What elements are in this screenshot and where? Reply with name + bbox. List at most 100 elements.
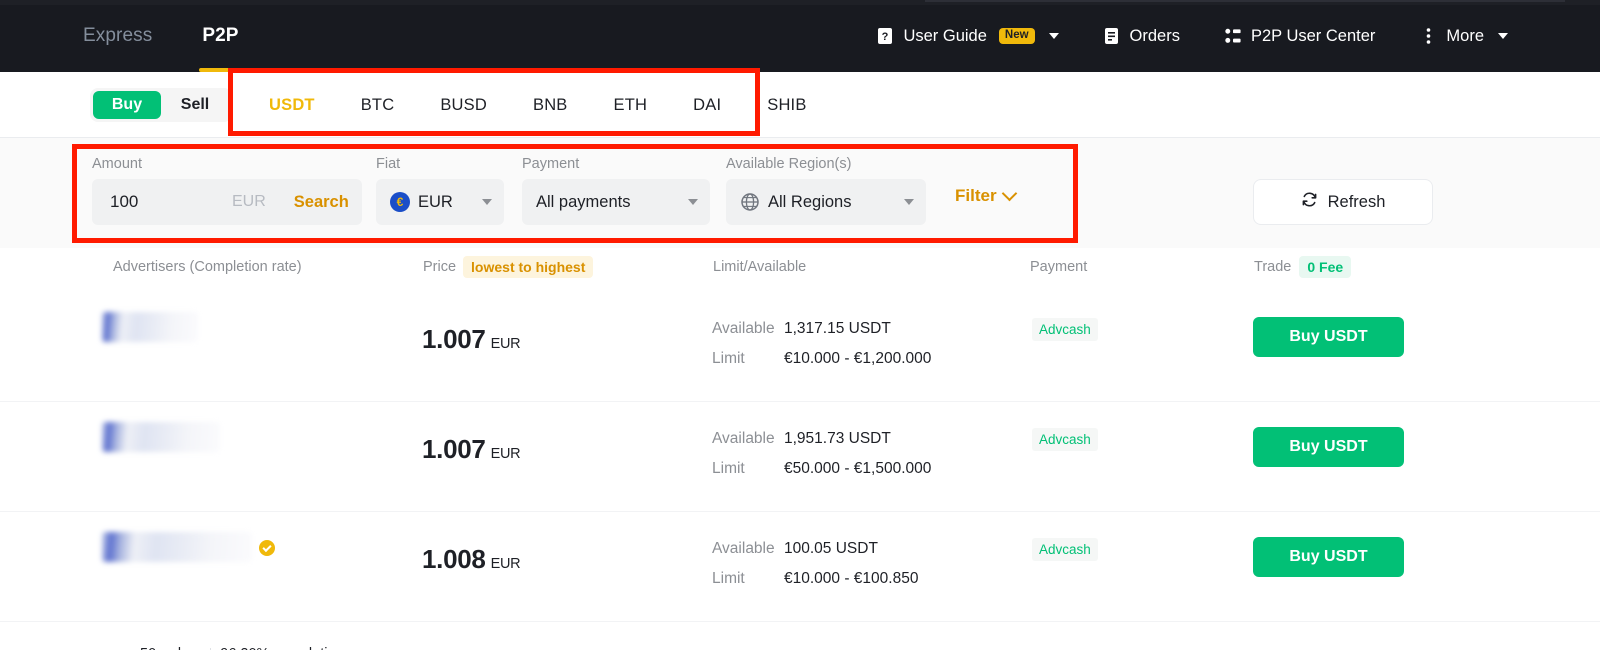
- header-advertisers: Advertisers (Completion rate): [113, 259, 302, 275]
- advertiser-cell: [102, 532, 275, 562]
- table-row[interactable]: 50 orders 96.20% completion 1.007EUR Ava…: [0, 292, 1600, 650]
- available-label: Available: [712, 540, 775, 557]
- available-line: Available 1,317.15 USDT: [712, 320, 931, 338]
- coin-tabs: USDT BTC BUSD BNB ETH DAI SHIB: [246, 85, 830, 125]
- chevron-down-icon: [904, 199, 914, 205]
- top-navigation-bar: Express P2P ? User Guide New Orders P2P …: [0, 0, 1600, 72]
- region-filter-group: Available Region(s) All Regions: [726, 156, 926, 225]
- chevron-down-icon: [1498, 33, 1508, 39]
- buy-sell-toggle: Buy Sell: [90, 88, 232, 122]
- payment-select[interactable]: All payments: [522, 179, 710, 225]
- nav-tab-express[interactable]: Express: [83, 0, 152, 72]
- filter-expand-button[interactable]: Filter: [955, 185, 1017, 206]
- header-trade-group: Trade 0 Fee: [1254, 256, 1352, 278]
- limit-label: Limit: [712, 350, 745, 367]
- fiat-select[interactable]: € EUR: [376, 179, 504, 225]
- available-label: Available: [712, 430, 775, 447]
- available-line: Available 1,951.73 USDT: [712, 430, 931, 448]
- coin-tab-bnb[interactable]: BNB: [510, 96, 591, 115]
- price-currency: EUR: [490, 336, 521, 352]
- sell-tab[interactable]: Sell: [161, 91, 229, 119]
- advertiser-cell: [102, 422, 220, 452]
- limit-available-cell: Available 100.05 USDT Limit €10.000 - €1…: [712, 540, 918, 600]
- nav-item-p2p-user-center[interactable]: P2P User Center: [1202, 0, 1397, 72]
- advertiser-name-redacted: [102, 312, 198, 342]
- limit-value: €10.000 - €1,200.000: [784, 350, 932, 367]
- completion-rate: 96.20% completion: [220, 646, 343, 650]
- buy-tab[interactable]: Buy: [93, 91, 161, 119]
- available-line: Available 100.05 USDT: [712, 540, 918, 558]
- coin-tab-busd[interactable]: BUSD: [417, 96, 510, 115]
- refresh-button[interactable]: Refresh: [1253, 179, 1433, 225]
- available-value: 100.05 USDT: [784, 540, 878, 557]
- guide-icon: ?: [876, 27, 894, 45]
- price-cell: 1.007 EUR: [422, 324, 521, 355]
- nav-item-more[interactable]: More: [1397, 0, 1530, 72]
- fiat-selected-value: EUR: [418, 192, 453, 211]
- available-value: 1,317.15 USDT: [784, 320, 891, 337]
- region-select[interactable]: All Regions: [726, 179, 926, 225]
- header-payment: Payment: [1030, 259, 1088, 275]
- nav-item-user-guide[interactable]: ? User Guide New: [854, 0, 1080, 72]
- primary-nav-tabs: Express P2P: [83, 0, 242, 72]
- coin-tab-usdt[interactable]: USDT: [246, 96, 338, 115]
- nav-item-more-label: More: [1446, 26, 1484, 45]
- limit-available-cell: Available 1,951.73 USDT Limit €50.000 - …: [712, 430, 931, 490]
- table-row[interactable]: 331 orders 92.80% completion 1.008EUR Av…: [0, 512, 1600, 622]
- nav-item-orders[interactable]: Orders: [1081, 0, 1202, 72]
- sell-tab-label: Sell: [180, 96, 210, 113]
- buy-usdt-button[interactable]: Buy USDT: [1253, 427, 1404, 467]
- refresh-icon: [1301, 191, 1318, 213]
- refresh-label: Refresh: [1327, 192, 1386, 211]
- user-center-icon: [1224, 27, 1242, 45]
- chevron-down-icon: [1048, 33, 1059, 39]
- limit-line: Limit €50.000 - €1,500.000: [712, 460, 931, 478]
- payment-label: Payment: [522, 156, 580, 172]
- price-cell: 1.008 EUR: [422, 544, 521, 575]
- p2p-trading-page: Express P2P ? User Guide New Orders P2P …: [0, 0, 1600, 650]
- amount-input[interactable]: [92, 192, 232, 212]
- nav-tab-p2p-label: P2P: [202, 25, 239, 46]
- buy-usdt-button[interactable]: Buy USDT: [1253, 317, 1404, 357]
- limit-label: Limit: [712, 460, 745, 477]
- header-trade: Trade: [1254, 259, 1292, 275]
- buy-usdt-button[interactable]: Buy USDT: [1253, 537, 1404, 577]
- amount-input-wrapper: EUR Search: [92, 179, 362, 225]
- header-price: Price: [423, 259, 457, 275]
- limit-available-cell: Available 1,317.15 USDT Limit €10.000 - …: [712, 320, 931, 380]
- coin-tab-dai[interactable]: DAI: [670, 96, 744, 115]
- secondary-nav-items: ? User Guide New Orders P2P User Center: [854, 0, 1530, 72]
- price-currency: EUR: [490, 446, 521, 462]
- nav-tab-p2p[interactable]: P2P: [199, 0, 242, 72]
- limit-line: Limit €10.000 - €1,200.000: [712, 350, 931, 368]
- search-button[interactable]: Search: [294, 193, 367, 212]
- coin-tab-btc-label: BTC: [360, 95, 395, 114]
- header-price-group: Price lowest to highest: [423, 256, 594, 278]
- verified-badge-icon: [259, 540, 275, 556]
- header-limit-available: Limit/Available: [713, 259, 807, 275]
- price-value: 1.007: [422, 434, 486, 464]
- coin-tab-busd-label: BUSD: [440, 95, 487, 114]
- advertiser-stats: 50 orders 96.20% completion: [140, 646, 344, 650]
- coin-tab-btc[interactable]: BTC: [338, 96, 418, 115]
- nav-item-p2p-user-center-label: P2P User Center: [1250, 26, 1376, 45]
- globe-icon: [740, 192, 760, 212]
- advertiser-name-redacted: [102, 532, 252, 562]
- price-sort-badge[interactable]: lowest to highest: [463, 256, 594, 278]
- coin-tab-usdt-label: USDT: [269, 95, 315, 114]
- price-value: 1.008: [422, 544, 486, 574]
- coin-tab-dai-label: DAI: [693, 95, 722, 114]
- table-row[interactable]: 315 orders 100.00% completion 1.007EUR A…: [0, 402, 1600, 512]
- fiat-label: Fiat: [376, 156, 401, 172]
- coin-tab-eth[interactable]: ETH: [591, 96, 671, 115]
- euro-coin-icon: €: [390, 192, 410, 212]
- coin-tab-eth-label: ETH: [613, 95, 648, 114]
- coin-tab-shib[interactable]: SHIB: [744, 96, 829, 115]
- amount-currency-suffix: EUR: [232, 193, 266, 210]
- nav-item-orders-label: Orders: [1129, 26, 1180, 45]
- chevron-down-icon: [688, 199, 698, 205]
- price-value: 1.007: [422, 324, 486, 354]
- available-label: Available: [712, 320, 775, 337]
- nav-item-user-guide-label: User Guide: [903, 26, 987, 45]
- amount-label: Amount: [92, 156, 142, 172]
